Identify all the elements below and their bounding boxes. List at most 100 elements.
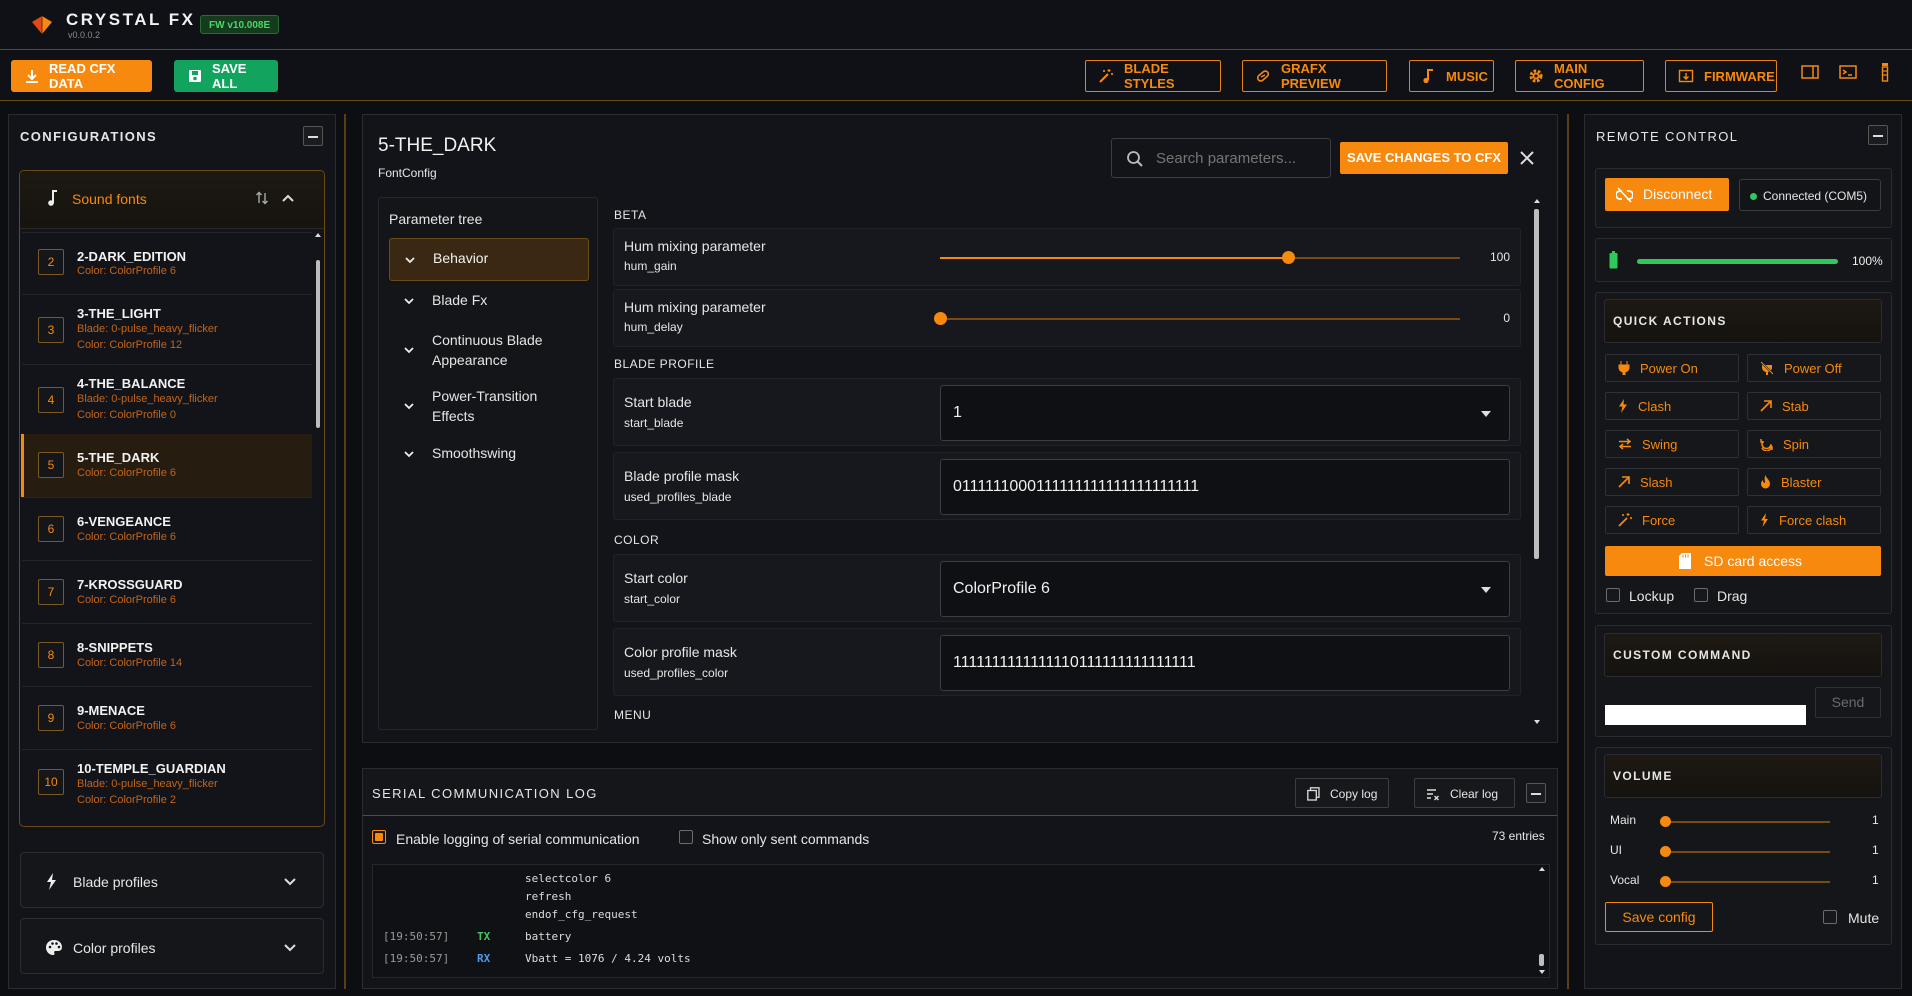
- scrollbar-thumb[interactable]: [1539, 954, 1544, 966]
- editor-scrollbar[interactable]: [1533, 197, 1541, 730]
- scroll-up-arrow-icon[interactable]: [1534, 199, 1540, 203]
- send-button[interactable]: Send: [1815, 687, 1881, 718]
- power-on-button[interactable]: Power On: [1605, 354, 1739, 382]
- slider-knob[interactable]: [1660, 876, 1671, 887]
- param-value: 100: [1489, 250, 1510, 264]
- right-splitter[interactable]: [1567, 114, 1569, 989]
- start-color-select[interactable]: ColorProfile 6: [940, 561, 1510, 617]
- left-splitter[interactable]: [344, 114, 346, 989]
- disconnect-button[interactable]: Disconnect: [1605, 178, 1729, 211]
- scroll-down-arrow-icon[interactable]: [1539, 970, 1545, 974]
- list-item[interactable]: 9 9-MENACE Color: ColorProfile 6: [22, 686, 312, 749]
- copy-log-button[interactable]: Copy log: [1295, 778, 1389, 808]
- tree-item-behavior[interactable]: Behavior: [389, 238, 589, 281]
- status-dot-icon: [1750, 193, 1757, 200]
- power-off-button[interactable]: Power Off: [1747, 354, 1881, 382]
- hum-gain-slider[interactable]: [940, 251, 1460, 264]
- save-changes-button[interactable]: SAVE CHANGES TO CFX: [1340, 142, 1508, 174]
- swing-button[interactable]: Swing: [1605, 430, 1739, 458]
- enable-logging-checkbox[interactable]: [372, 830, 386, 844]
- app-version: v0.0.0.2: [68, 30, 101, 40]
- item-number: 8: [38, 642, 64, 668]
- sort-icon[interactable]: [254, 190, 270, 206]
- main-config-button[interactable]: MAIN CONFIG: [1515, 60, 1644, 92]
- slider-knob[interactable]: [1660, 816, 1671, 827]
- terminal-icon[interactable]: [1839, 64, 1857, 80]
- panel-toggle-icon[interactable]: [1801, 64, 1819, 80]
- scrollbar-thumb[interactable]: [316, 260, 320, 428]
- grafx-preview-button[interactable]: GRAFX PREVIEW: [1242, 60, 1387, 92]
- serial-log-collapse-button[interactable]: [1526, 783, 1546, 803]
- tree-item-blade-fx[interactable]: Blade Fx: [389, 290, 589, 314]
- chevron-up-icon[interactable]: [281, 191, 295, 205]
- volume-vocal-slider[interactable]: [1660, 876, 1830, 887]
- sd-card-label: SD card access: [1704, 553, 1803, 569]
- tree-item-continuous-blade[interactable]: Continuous Blade Appearance: [389, 330, 589, 372]
- clash-button[interactable]: Clash: [1605, 392, 1739, 420]
- mute-checkbox[interactable]: [1823, 910, 1837, 924]
- tree-item-power-transition[interactable]: Power-Transition Effects: [389, 386, 589, 428]
- unlink-icon: [1616, 187, 1633, 203]
- log-scrollbar[interactable]: [1538, 866, 1546, 976]
- slider-knob[interactable]: [1282, 251, 1296, 264]
- lockup-checkbox[interactable]: [1606, 588, 1620, 602]
- stab-button[interactable]: Stab: [1747, 392, 1881, 420]
- clear-log-button[interactable]: Clear log: [1414, 778, 1515, 808]
- force-button[interactable]: Force: [1605, 506, 1739, 534]
- list-item-selected[interactable]: 5 5-THE_DARK Color: ColorProfile 6: [22, 434, 312, 497]
- blaster-button[interactable]: Blaster: [1747, 468, 1881, 496]
- search-box[interactable]: [1111, 138, 1331, 178]
- saber-hilt-icon[interactable]: [1879, 62, 1891, 82]
- list-item[interactable]: 10 10-TEMPLE_GUARDIAN Blade: 0-pulse_hea…: [22, 749, 312, 819]
- force-clash-button[interactable]: Force clash: [1747, 506, 1881, 534]
- volume-main-slider[interactable]: [1660, 816, 1830, 827]
- unplug-icon: [1760, 361, 1774, 375]
- blade-styles-button[interactable]: BLADE STYLES: [1085, 60, 1221, 92]
- spin-button[interactable]: Spin: [1747, 430, 1881, 458]
- palette-icon: [45, 939, 63, 956]
- color-profile-mask-input[interactable]: 1111111111111110111111111111111: [940, 635, 1510, 691]
- list-item[interactable]: 8 8-SNIPPETS Color: ColorProfile 14: [22, 623, 312, 686]
- log-direction-tx: TX: [477, 930, 491, 943]
- list-item[interactable]: 6 6-VENGEANCE Color: ColorProfile 6: [22, 497, 312, 560]
- scroll-up-arrow-icon[interactable]: [315, 233, 321, 237]
- search-input[interactable]: [1156, 147, 1324, 169]
- clear-log-label: Clear log: [1450, 787, 1499, 801]
- slash-button[interactable]: Slash: [1605, 468, 1739, 496]
- list-item[interactable]: 3 3-THE_LIGHT Blade: 0-pulse_heavy_flick…: [22, 294, 312, 364]
- slider-knob[interactable]: [1660, 846, 1671, 857]
- blade-profile-mask-input[interactable]: 0111111000111111111111111111111: [940, 459, 1510, 515]
- drag-checkbox[interactable]: [1694, 588, 1708, 602]
- volume-vocal-label: Vocal: [1610, 873, 1640, 887]
- blade-profiles-accordion[interactable]: Blade profiles: [20, 852, 324, 908]
- custom-command-input[interactable]: [1605, 705, 1806, 725]
- start-blade-select[interactable]: 1: [940, 385, 1510, 441]
- save-all-button[interactable]: SAVE ALL: [174, 60, 278, 92]
- scroll-up-arrow-icon[interactable]: [1539, 867, 1545, 871]
- configurations-collapse-button[interactable]: [303, 126, 323, 146]
- sound-fonts-header[interactable]: [20, 171, 324, 229]
- tree-item-smoothswing[interactable]: Smoothswing: [389, 443, 589, 467]
- hum-delay-slider[interactable]: [934, 312, 1460, 325]
- sd-card-access-button[interactable]: SD card access: [1605, 546, 1881, 576]
- list-item[interactable]: 4 4-THE_BALANCE Blade: 0-pulse_heavy_fli…: [22, 364, 312, 434]
- drag-label: Drag: [1717, 588, 1748, 604]
- slider-knob[interactable]: [934, 312, 947, 325]
- firmware-button[interactable]: FIRMWARE: [1665, 60, 1777, 92]
- volume-ui-slider[interactable]: [1660, 846, 1830, 857]
- read-cfx-data-button[interactable]: READ CFX DATA: [11, 60, 152, 92]
- sound-fonts-scrollbar[interactable]: [315, 233, 321, 823]
- color-profiles-accordion[interactable]: Color profiles: [20, 918, 324, 974]
- scrollbar-thumb[interactable]: [1534, 209, 1539, 559]
- log-direction-rx: RX: [477, 952, 491, 965]
- music-button[interactable]: MUSIC: [1409, 60, 1494, 92]
- scroll-down-arrow-icon[interactable]: [1534, 720, 1540, 724]
- log-entry-count: 73 entries: [1492, 829, 1545, 843]
- save-config-button[interactable]: Save config: [1605, 902, 1713, 932]
- sd-card-icon: [1679, 553, 1691, 569]
- list-item[interactable]: 7 7-KROSSGUARD Color: ColorProfile 6: [22, 560, 312, 623]
- remote-control-collapse-button[interactable]: [1868, 125, 1888, 145]
- close-icon[interactable]: [1520, 151, 1534, 165]
- list-item[interactable]: 2 2-DARK_EDITION Color: ColorProfile 6: [22, 232, 312, 294]
- show-only-sent-checkbox[interactable]: [679, 830, 693, 844]
